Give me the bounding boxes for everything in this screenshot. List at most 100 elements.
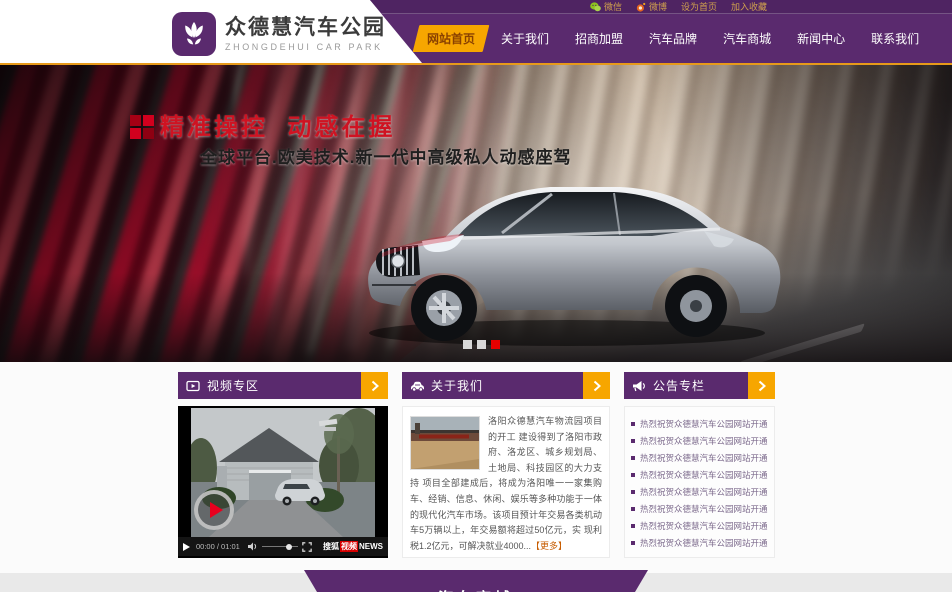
- video-more-button[interactable]: [361, 372, 388, 399]
- nav-contact-label: 联系我们: [871, 32, 919, 46]
- wechat-link[interactable]: 微信: [590, 0, 622, 13]
- chevron-right-icon: [758, 380, 766, 392]
- site-subtitle: ZHONGDEHUI CAR PARK: [225, 42, 386, 52]
- notice-item[interactable]: 热烈祝贺众德慧汽车公园网站开通了！: [631, 483, 768, 500]
- bullet-icon: [631, 422, 635, 426]
- video-section: 视频专区: [178, 372, 388, 558]
- add-favorite-link[interactable]: 加入收藏: [731, 0, 767, 13]
- bullet-icon: [631, 490, 635, 494]
- bullet-icon: [631, 541, 635, 545]
- site-title: 众德慧汽车公园: [225, 16, 386, 40]
- notice-list: 热烈祝贺众德慧汽车公园网站开通了！ 热烈祝贺众德慧汽车公园网站开通了！ 热烈祝贺…: [624, 406, 775, 558]
- nav-about-label: 关于我们: [501, 32, 549, 46]
- content: 视频专区: [178, 372, 775, 558]
- notice-item[interactable]: 热烈祝贺众德慧汽车公园网站开通了！: [631, 534, 768, 551]
- carousel-dots: [463, 340, 500, 349]
- notice-text: 热烈祝贺众德慧汽车公园网站开通了！: [640, 486, 768, 498]
- red-squares-icon: [130, 115, 154, 139]
- car-icon: [410, 379, 425, 392]
- topbar: 微信 微博 设为首页 加入收藏: [370, 0, 952, 14]
- video-icon: [186, 379, 201, 392]
- nav-home[interactable]: 网站首页: [413, 25, 490, 52]
- carousel-dot-3[interactable]: [491, 340, 500, 349]
- nav-news[interactable]: 新闻中心: [786, 25, 856, 52]
- notice-more-button[interactable]: [748, 372, 775, 399]
- logo[interactable]: 众德慧汽车公园 ZHONGDEHUI CAR PARK: [172, 12, 386, 56]
- chevron-right-icon: [593, 380, 601, 392]
- video-controls: 00:00 / 01:01 搜狐 视频 NEWS: [178, 537, 388, 556]
- bullet-icon: [631, 507, 635, 511]
- gold-divider: [0, 63, 952, 65]
- wechat-icon: [590, 2, 601, 12]
- bullet-icon: [631, 456, 635, 460]
- notice-item[interactable]: 热烈祝贺众德慧汽车公园网站开通了！: [631, 432, 768, 449]
- footer-section-header: 汽车商城: [304, 570, 648, 592]
- nav-contact[interactable]: 联系我们: [860, 25, 930, 52]
- hero-banner[interactable]: 精准操控 动感在握 全球平台.欧美技术.新一代中高级私人动感座驾: [0, 65, 952, 362]
- about-section: 关于我们: [402, 372, 610, 558]
- add-favorite-label: 加入收藏: [731, 0, 767, 13]
- video-brand: 搜狐 视频 NEWS: [323, 541, 383, 552]
- nav-news-label: 新闻中心: [797, 32, 845, 46]
- notice-item[interactable]: 热烈祝贺众德慧汽车公园网站开通了！: [631, 449, 768, 466]
- player-play-icon[interactable]: [183, 543, 190, 551]
- bullet-icon: [631, 473, 635, 477]
- logo-text: 众德慧汽车公园 ZHONGDEHUI CAR PARK: [225, 16, 386, 52]
- volume-icon[interactable]: [248, 542, 258, 551]
- sohu-logo: 搜狐: [323, 541, 339, 552]
- nav-mall[interactable]: 汽车商城: [712, 25, 782, 52]
- nav-join[interactable]: 招商加盟: [564, 25, 634, 52]
- news-logo: NEWS: [359, 542, 383, 551]
- footer-section-title: 汽车商城: [304, 587, 648, 592]
- volume-slider[interactable]: [262, 546, 298, 547]
- notice-section-title: 公告专栏: [653, 377, 705, 394]
- notice-section-header: 公告专栏: [624, 372, 775, 399]
- site-header: 众德慧汽车公园 ZHONGDEHUI CAR PARK 微信: [0, 0, 952, 65]
- video-section-title: 视频专区: [207, 377, 259, 394]
- nav-mall-label: 汽车商城: [723, 32, 771, 46]
- nav-home-label: 网站首页: [427, 30, 475, 47]
- fullscreen-icon[interactable]: [302, 542, 312, 552]
- nav-join-label: 招商加盟: [575, 32, 623, 46]
- weibo-label: 微博: [649, 0, 667, 13]
- nav-brands[interactable]: 汽车品牌: [638, 25, 708, 52]
- play-button[interactable]: [194, 490, 234, 530]
- nav-about[interactable]: 关于我们: [490, 25, 560, 52]
- notice-item[interactable]: 热烈祝贺众德慧汽车公园网站开通了！: [631, 415, 768, 432]
- weibo-link[interactable]: 微博: [636, 0, 667, 13]
- notice-text: 热烈祝贺众德慧汽车公园网站开通了！: [640, 537, 768, 549]
- about-more-button[interactable]: [583, 372, 610, 399]
- notice-text: 热烈祝贺众德慧汽车公园网站开通了！: [640, 503, 768, 515]
- set-home-link[interactable]: 设为首页: [681, 0, 717, 13]
- notice-section: 公告专栏 热烈祝贺众德慧汽车公园网站开通了！ 热烈祝贺众德慧汽车公园网站开通了！…: [624, 372, 775, 558]
- sohu-video-logo: 视频: [340, 541, 358, 552]
- about-section-header: 关于我们: [402, 372, 610, 399]
- carousel-dot-2[interactable]: [477, 340, 486, 349]
- banner-subline: 全球平台.欧美技术.新一代中高级私人动感座驾: [200, 143, 571, 168]
- notice-text: 热烈祝贺众德慧汽车公园网站开通了！: [640, 452, 768, 464]
- notice-text: 热烈祝贺众德慧汽车公园网站开通了！: [640, 435, 768, 447]
- slider-knob[interactable]: [286, 544, 292, 550]
- weibo-icon: [636, 2, 646, 12]
- bullet-icon: [631, 439, 635, 443]
- car-image: [352, 143, 792, 353]
- carousel-dot-1[interactable]: [463, 340, 472, 349]
- main-nav: 网站首页 关于我们 招商加盟 汽车品牌 汽车商城 新闻中心 联系我们: [370, 14, 952, 62]
- notice-item[interactable]: 热烈祝贺众德慧汽车公园网站开通了！: [631, 517, 768, 534]
- play-icon: [210, 502, 223, 518]
- nav-brands-label: 汽车品牌: [649, 32, 697, 46]
- bullet-icon: [631, 524, 635, 528]
- wechat-label: 微信: [604, 0, 622, 13]
- megaphone-icon: [632, 379, 647, 392]
- notice-item[interactable]: 热烈祝贺众德慧汽车公园网站开通了！: [631, 466, 768, 483]
- more-link[interactable]: 【更多】: [531, 541, 567, 551]
- notice-text: 热烈祝贺众德慧汽车公园网站开通了！: [640, 418, 768, 430]
- header-nav-panel: 微信 微博 设为首页 加入收藏 网站首页: [370, 0, 952, 63]
- notice-item[interactable]: 热烈祝贺众德慧汽车公园网站开通了！: [631, 500, 768, 517]
- player-time: 00:00 / 01:01: [196, 542, 240, 551]
- page: 众德慧汽车公园 ZHONGDEHUI CAR PARK 微信: [0, 0, 952, 592]
- video-section-header: 视频专区: [178, 372, 388, 399]
- notice-text: 热烈祝贺众德慧汽车公园网站开通了！: [640, 520, 768, 532]
- logo-icon: [172, 12, 216, 56]
- video-player[interactable]: 00:00 / 01:01 搜狐 视频 NEWS: [178, 406, 388, 558]
